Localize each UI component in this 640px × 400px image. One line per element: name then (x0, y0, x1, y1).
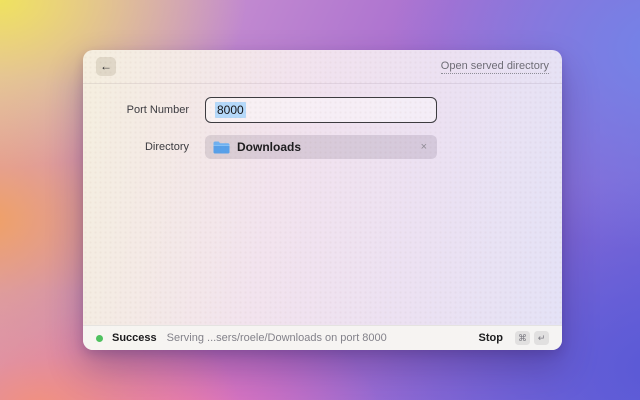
status-label: Success (112, 332, 157, 344)
back-button[interactable]: ← (96, 57, 116, 76)
status-message: Serving ...sers/roele/Downloads on port … (167, 332, 387, 344)
status-dot-icon (96, 335, 103, 342)
server-window: ← Open served directory Port Number 8000… (83, 50, 562, 350)
command-key-icon: ⌘ (515, 331, 530, 345)
return-key-icon: ↵ (534, 331, 549, 345)
directory-field[interactable]: Downloads × (205, 135, 437, 159)
status-bar: Success Serving ...sers/roele/Downloads … (83, 325, 562, 350)
form-area: Port Number 8000 Directory (83, 84, 562, 325)
directory-value: Downloads (237, 140, 301, 154)
port-value-selected-text: 8000 (215, 102, 246, 118)
clear-directory-icon[interactable]: × (419, 140, 429, 155)
stop-button[interactable]: Stop (479, 332, 503, 344)
folder-icon (213, 141, 230, 154)
window-header: ← Open served directory (83, 50, 562, 84)
port-label: Port Number (83, 104, 189, 116)
directory-label: Directory (83, 141, 189, 153)
port-input[interactable]: 8000 (205, 97, 437, 123)
directory-row: Directory Downloads × (83, 135, 562, 159)
open-served-directory-link[interactable]: Open served directory (441, 60, 549, 74)
port-row: Port Number 8000 (83, 97, 562, 123)
